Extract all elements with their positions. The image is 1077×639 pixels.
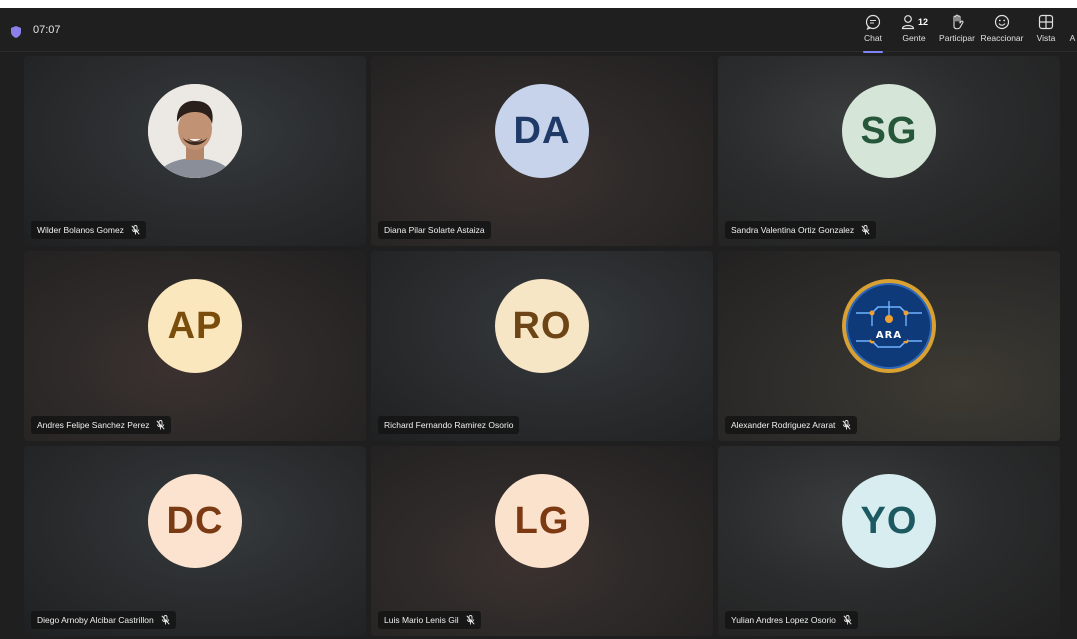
participant-tile[interactable]: AP Andres Felipe Sanchez Perez — [24, 251, 366, 441]
participant-grid: Wilder Bolanos Gomez DA Diana Pilar Sola… — [24, 56, 1060, 638]
meeting-timer: 07:07 — [33, 24, 61, 36]
more-button[interactable]: A — [1068, 12, 1077, 50]
avatar — [148, 84, 242, 178]
participant-tile[interactable]: Wilder Bolanos Gomez — [24, 56, 366, 246]
participant-name: Andres Felipe Sanchez Perez — [37, 420, 150, 430]
participant-name: Alexander Rodriguez Ararat — [731, 420, 836, 430]
participant-name-tag: Andres Felipe Sanchez Perez — [31, 416, 172, 434]
avatar: RO — [495, 279, 589, 373]
participant-name-tag: Alexander Rodriguez Ararat — [725, 416, 858, 434]
avatar: ARA — [842, 279, 936, 373]
participant-name-tag: Richard Fernando Ramirez Osorio — [378, 416, 520, 434]
mic-off-icon — [843, 615, 852, 625]
participant-name: Luis Mario Lenis Gil — [384, 615, 459, 625]
people-label: Gente — [902, 33, 926, 43]
chat-label: Chat — [864, 33, 882, 43]
react-button[interactable]: Reaccionar — [980, 12, 1024, 50]
ara-logo-icon: ARA — [843, 280, 935, 372]
shield-icon — [11, 25, 21, 38]
raise-hand-button[interactable]: Participar — [937, 12, 977, 50]
participant-name: Wilder Bolanos Gomez — [37, 225, 124, 235]
participant-name-tag: Yulian Andres Lopez Osorio — [725, 611, 858, 629]
mic-off-icon — [466, 615, 475, 625]
chat-button[interactable]: Chat — [861, 12, 885, 50]
logo-text: ARA — [876, 330, 902, 341]
participant-name: Diego Arnoby Alcibar Castrillon — [37, 615, 154, 625]
view-button[interactable]: Vista — [1034, 12, 1058, 50]
more-label: A — [1069, 33, 1076, 43]
raise-hand-label: Participar — [939, 33, 975, 43]
people-count: 12 — [917, 17, 928, 27]
mic-off-icon — [131, 225, 140, 235]
participant-name-tag: Luis Mario Lenis Gil — [378, 611, 481, 629]
avatar: LG — [495, 474, 589, 568]
view-label: Vista — [1036, 33, 1056, 43]
participant-name: Diana Pilar Solarte Astaiza — [384, 225, 485, 235]
participant-name-tag: Diego Arnoby Alcibar Castrillon — [31, 611, 176, 629]
participant-tile[interactable]: LG Luis Mario Lenis Gil — [371, 446, 713, 636]
mic-off-icon — [156, 420, 166, 430]
participant-photo — [148, 84, 242, 178]
smiley-icon — [993, 13, 1011, 31]
mic-off-icon — [161, 615, 170, 625]
meeting-toolbar: 07:07 Chat 12 Gente Participar Reacciona… — [0, 8, 1077, 52]
hand-icon — [948, 13, 966, 31]
avatar: AP — [148, 279, 242, 373]
participant-name: Yulian Andres Lopez Osorio — [731, 615, 836, 625]
mic-off-icon — [842, 420, 851, 430]
people-button[interactable]: 12 Gente — [897, 12, 931, 50]
people-icon-group: 12 — [897, 13, 931, 31]
grid-view-icon — [1037, 13, 1055, 31]
avatar: SG — [842, 84, 936, 178]
participant-tile[interactable]: DC Diego Arnoby Alcibar Castrillon — [24, 446, 366, 636]
participant-tile[interactable]: YO Yulian Andres Lopez Osorio — [718, 446, 1060, 636]
participant-tile[interactable]: ARA Alexander Rodriguez Ararat — [718, 251, 1060, 441]
people-icon — [901, 15, 915, 30]
react-label: Reaccionar — [980, 33, 1024, 43]
participant-name: Sandra Valentina Ortiz Gonzalez — [731, 225, 855, 235]
avatar: YO — [842, 474, 936, 568]
participant-name: Richard Fernando Ramirez Osorio — [384, 420, 514, 430]
participant-name-tag: Diana Pilar Solarte Astaiza — [378, 221, 491, 239]
avatar: DC — [148, 474, 242, 568]
participant-tile[interactable]: RO Richard Fernando Ramirez Osorio — [371, 251, 713, 441]
participant-tile[interactable]: SG Sandra Valentina Ortiz Gonzalez — [718, 56, 1060, 246]
participant-name-tag: Sandra Valentina Ortiz Gonzalez — [725, 221, 877, 239]
participant-name-tag: Wilder Bolanos Gomez — [31, 221, 146, 239]
mic-off-icon — [861, 225, 870, 235]
avatar: DA — [495, 84, 589, 178]
participant-tile[interactable]: DA Diana Pilar Solarte Astaiza — [371, 56, 713, 246]
chat-icon — [864, 13, 882, 31]
meeting-window: 07:07 Chat 12 Gente Participar Reacciona… — [0, 8, 1077, 639]
